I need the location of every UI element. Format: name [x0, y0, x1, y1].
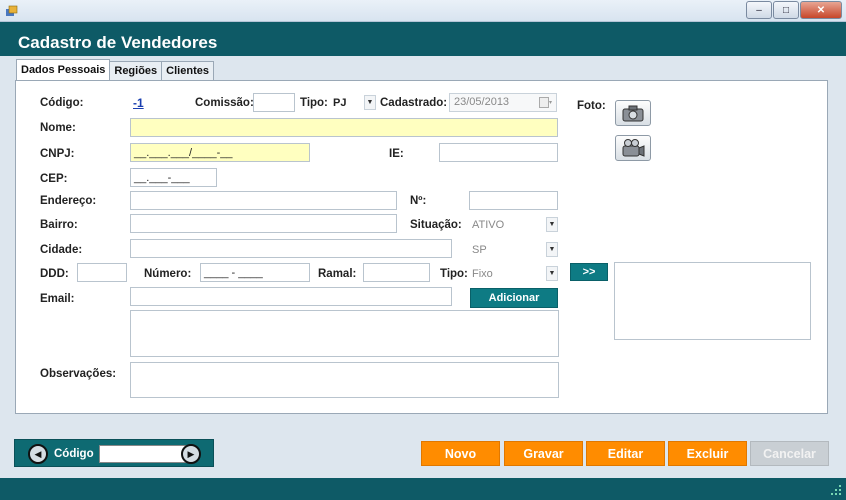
tipo-telefone-select-value: Fixo [472, 267, 493, 280]
cancelar-button[interactable]: Cancelar [750, 441, 829, 466]
camera-icon [622, 105, 644, 122]
camera-button[interactable] [615, 100, 651, 126]
cadastrado-date[interactable]: 23/05/2013 [449, 93, 557, 112]
email-label: Email: [40, 293, 75, 305]
next-record-button[interactable]: ▶ [181, 444, 201, 464]
status-bar [0, 478, 846, 500]
endereco-input[interactable] [130, 191, 397, 210]
ddd-label: DDD: [40, 268, 69, 280]
cep-input[interactable]: __.___-___ [130, 168, 217, 187]
endereco-label: Endereço: [40, 195, 97, 207]
ie-label: IE: [389, 148, 404, 160]
close-button[interactable]: ✕ [800, 1, 842, 19]
ddd-input[interactable] [77, 263, 127, 282]
app-icon [6, 5, 18, 16]
numero-endereco-input[interactable] [469, 191, 558, 210]
adicionar-button[interactable]: Adicionar [470, 288, 558, 308]
cidade-input[interactable] [130, 239, 452, 258]
resize-grip-icon[interactable] [830, 484, 842, 496]
navigator-codigo-input[interactable] [99, 445, 191, 463]
ramal-label: Ramal: [318, 268, 357, 280]
tipo-select-value: PJ [333, 96, 347, 109]
emails-list[interactable] [130, 310, 559, 357]
tab-clientes[interactable]: Clientes [161, 61, 214, 80]
telefones-list[interactable] [614, 262, 811, 340]
novo-button[interactable]: Novo [421, 441, 500, 466]
uf-select[interactable]: SP ▼ [469, 240, 558, 259]
chevron-down-icon[interactable]: ▼ [546, 217, 558, 232]
transfer-button[interactable]: >> [570, 263, 608, 281]
codigo-link[interactable]: -1 [133, 96, 144, 110]
arrow-left-icon: ◀ [34, 448, 42, 459]
page-title: Cadastro de Vendedores [18, 33, 218, 52]
film-camera-button[interactable] [615, 135, 651, 161]
arrow-right-icon: ▶ [187, 448, 195, 459]
tab-strip: Dados Pessoais Regiões Clientes [16, 59, 214, 80]
ie-input[interactable] [439, 143, 558, 162]
comissao-input[interactable] [253, 93, 295, 112]
chevron-down-icon[interactable]: ▼ [364, 95, 376, 110]
bairro-label: Bairro: [40, 219, 78, 231]
gravar-button[interactable]: Gravar [504, 441, 583, 466]
cadastrado-date-value: 23/05/2013 [454, 96, 510, 108]
calendar-icon[interactable] [539, 97, 553, 109]
codigo-label: Código: [40, 97, 84, 109]
maximize-button[interactable]: □ [773, 1, 799, 19]
numero-endereco-label: Nº: [410, 195, 427, 207]
tipo-telefone-select[interactable]: Fixo ▼ [469, 264, 558, 283]
cep-label: CEP: [40, 173, 68, 185]
comissao-label: Comissão: [195, 97, 254, 109]
foto-label: Foto: [577, 100, 606, 112]
window-titlebar: – □ ✕ [0, 0, 846, 22]
ramal-input[interactable] [363, 263, 430, 282]
uf-select-value: SP [472, 243, 487, 256]
tipo-select[interactable]: PJ ▼ [330, 93, 376, 112]
navigator-label: Código [54, 448, 94, 460]
nome-input[interactable] [130, 118, 558, 137]
tab-dados-pessoais[interactable]: Dados Pessoais [16, 59, 111, 80]
editar-button[interactable]: Editar [586, 441, 665, 466]
observacoes-textarea[interactable] [130, 362, 559, 398]
minimize-button[interactable]: – [746, 1, 772, 19]
bairro-input[interactable] [130, 214, 397, 233]
email-input[interactable] [130, 287, 452, 306]
numero-telefone-input[interactable]: ____ - ____ [200, 263, 310, 282]
cidade-label: Cidade: [40, 244, 83, 256]
tipo-label: Tipo: [300, 97, 328, 109]
cnpj-label: CNPJ: [40, 148, 75, 160]
numero-telefone-label: Número: [144, 268, 192, 280]
chevron-down-icon[interactable]: ▼ [546, 242, 558, 257]
tab-regioes[interactable]: Regiões [109, 61, 163, 80]
situacao-select-value: ATIVO [472, 218, 505, 231]
cnpj-input[interactable]: __.___.___/____-__ [130, 143, 310, 162]
excluir-button[interactable]: Excluir [668, 441, 747, 466]
situacao-select[interactable]: ATIVO ▼ [469, 215, 558, 234]
film-camera-icon [622, 139, 645, 157]
chevron-down-icon[interactable]: ▼ [546, 266, 558, 281]
record-navigator: ◀ Código ▶ [14, 439, 214, 467]
cadastrado-label: Cadastrado: [380, 97, 448, 109]
previous-record-button[interactable]: ◀ [28, 444, 48, 464]
nome-label: Nome: [40, 122, 76, 134]
observacoes-label: Observações: [40, 368, 117, 380]
tipo-telefone-label: Tipo: [440, 268, 468, 280]
situacao-label: Situação: [410, 219, 462, 231]
